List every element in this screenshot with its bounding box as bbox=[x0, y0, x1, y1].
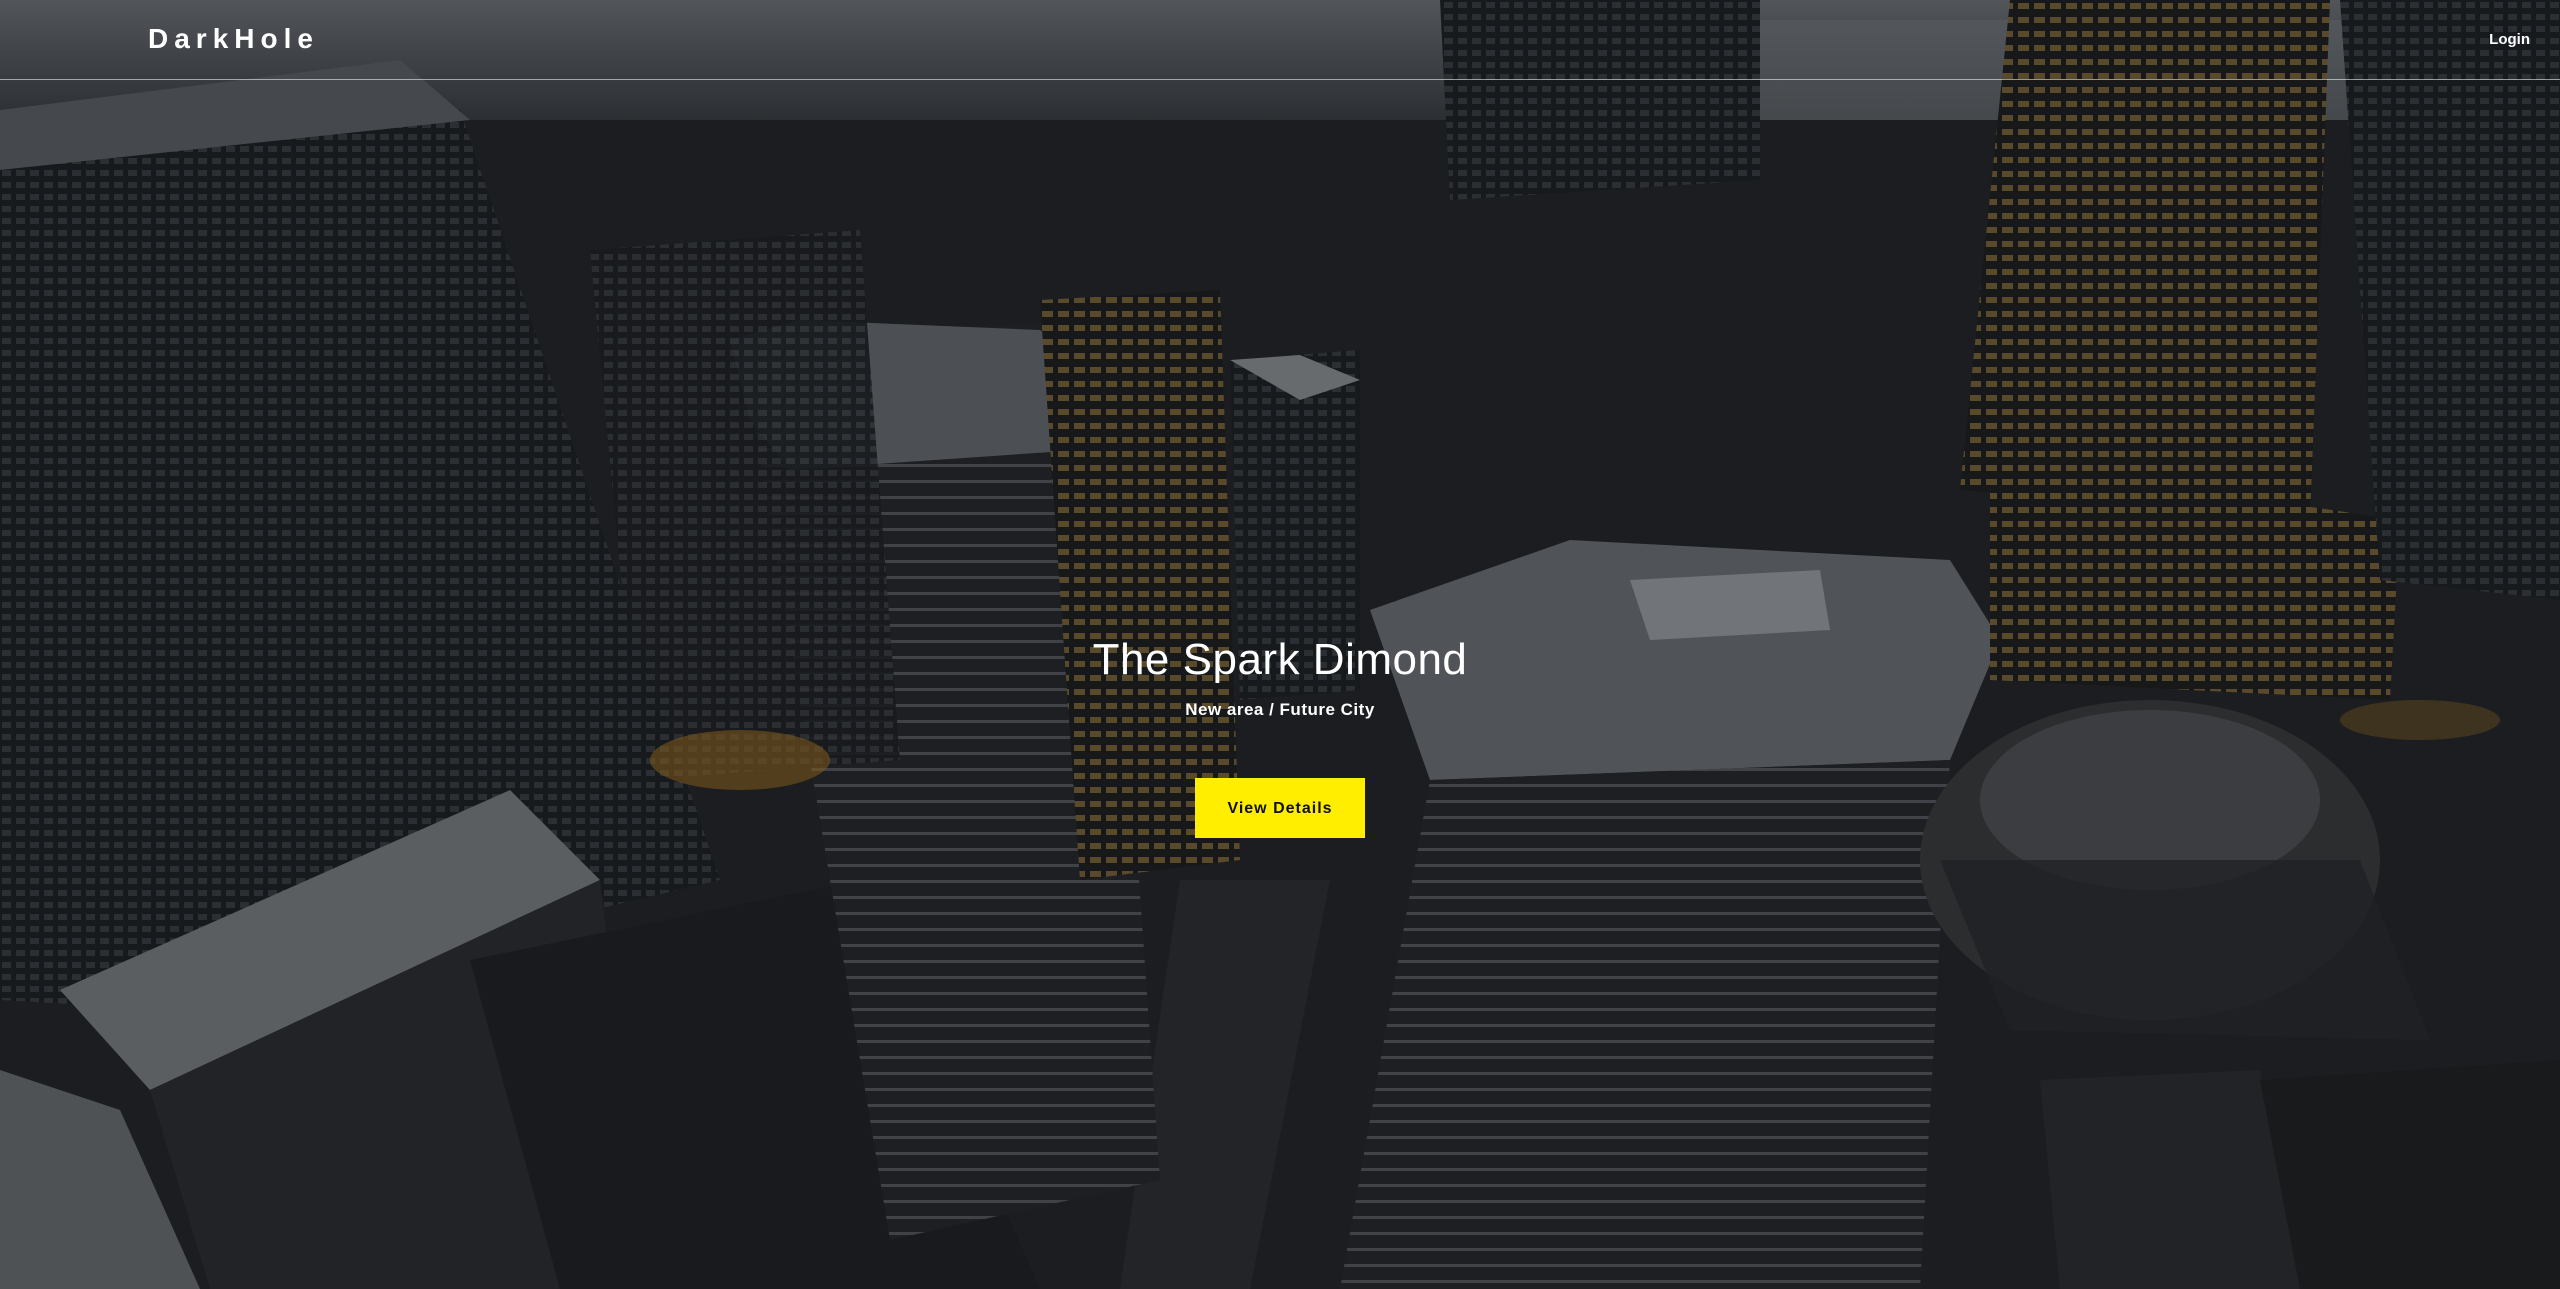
top-navbar: DarkHole Login bbox=[0, 0, 2560, 80]
hero-section: DarkHole Login The Spark Dimond New area… bbox=[0, 0, 2560, 1289]
hero-content: The Spark Dimond New area / Future City … bbox=[0, 630, 2560, 838]
view-details-button[interactable]: View Details bbox=[1195, 778, 1365, 838]
login-link[interactable]: Login bbox=[2489, 30, 2530, 50]
hero-title: The Spark Dimond bbox=[1092, 635, 1468, 684]
hero-subtitle: New area / Future City bbox=[1185, 700, 1375, 719]
site-logo[interactable]: DarkHole bbox=[148, 22, 319, 56]
